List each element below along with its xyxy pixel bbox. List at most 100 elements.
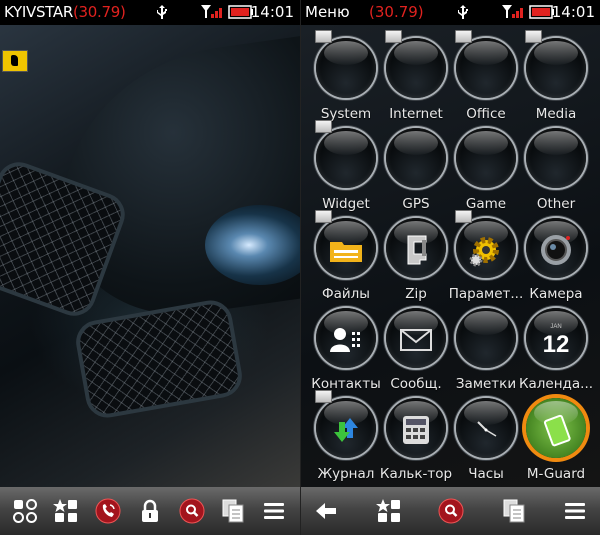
menu-item-label: M-Guard xyxy=(526,466,586,482)
phone-button[interactable] xyxy=(92,495,124,527)
home-toolbar xyxy=(0,487,300,535)
camera-icon xyxy=(541,235,571,265)
ferrari-logo-icon xyxy=(2,50,28,72)
menu-item-contacts[interactable]: Контакты xyxy=(310,300,382,392)
folder-tab xyxy=(455,30,472,43)
back-button[interactable] xyxy=(310,495,342,527)
menu-item-messages[interactable]: Сообщ. xyxy=(380,300,452,392)
messages-orb xyxy=(386,308,446,368)
folder-tab xyxy=(525,30,542,43)
folder-tab xyxy=(315,210,332,223)
notes-icon xyxy=(456,308,516,368)
signal-icon xyxy=(502,5,523,18)
menu-item-gps[interactable]: GPS xyxy=(380,120,452,212)
clock-time: 14:01 xyxy=(250,3,294,21)
messages-icon xyxy=(400,329,432,351)
menu-item-internet[interactable]: Internet xyxy=(380,30,452,122)
menu-item-widget[interactable]: Widget xyxy=(310,120,382,212)
calculator-icon xyxy=(403,416,429,444)
contacts-orb xyxy=(316,308,376,368)
files-icon xyxy=(330,242,362,262)
calendar-orb: JAN 12 xyxy=(526,308,586,368)
menu-button[interactable] xyxy=(258,495,290,527)
copy-button[interactable] xyxy=(217,495,249,527)
favorites-button[interactable] xyxy=(373,495,405,527)
settings-gears-icon xyxy=(469,237,499,267)
folder-tab xyxy=(315,390,332,403)
operator-name: KYIVSTAR xyxy=(4,3,73,21)
folder-icon xyxy=(526,38,586,98)
status-bar: Меню (30.79) 14:01 xyxy=(301,0,600,25)
balance: (30.79) xyxy=(369,3,424,21)
phone-icon xyxy=(95,498,121,524)
folder-tab xyxy=(455,210,472,223)
lock-button[interactable] xyxy=(134,495,166,527)
lock-icon xyxy=(142,499,158,522)
back-arrow-icon xyxy=(316,503,336,519)
menu-toolbar xyxy=(301,487,600,535)
log-orb xyxy=(316,398,376,458)
menu-item-other[interactable]: Other xyxy=(520,120,592,212)
battery-icon xyxy=(543,414,571,447)
search-button[interactable] xyxy=(435,495,467,527)
calendar-month: JAN xyxy=(550,324,561,330)
folder-tab xyxy=(385,30,402,43)
menu-button[interactable] xyxy=(559,495,591,527)
settings-orb xyxy=(456,218,516,278)
menu-item-calendar[interactable]: JAN 12 Календа... xyxy=(519,300,593,392)
copy-button[interactable] xyxy=(498,495,530,527)
menu-item-log[interactable]: Журнал xyxy=(310,390,382,482)
mguard-orb xyxy=(526,398,586,458)
clock-orb xyxy=(456,398,516,458)
signal-icon xyxy=(201,5,222,18)
menu-item-notes[interactable]: Заметки xyxy=(450,300,522,392)
menu-item-game[interactable]: Game xyxy=(450,120,522,212)
menu-item-files[interactable]: Файлы xyxy=(310,210,382,302)
menu-icon xyxy=(565,503,585,519)
menu-item-settings[interactable]: Парамет... xyxy=(449,210,523,302)
car-wallpaper xyxy=(0,25,300,487)
menu-item-clock[interactable]: Часы xyxy=(450,390,522,482)
calculator-orb xyxy=(386,398,446,458)
search-icon xyxy=(438,498,464,524)
folder-tab xyxy=(315,30,332,43)
menu-grid: System Internet Office Media Widget GPS xyxy=(301,30,600,487)
menu-item-mguard[interactable]: M-Guard xyxy=(520,390,592,482)
folder-icon xyxy=(386,38,446,98)
zip-orb xyxy=(386,218,446,278)
favorites-icon xyxy=(376,499,400,522)
files-orb xyxy=(316,218,376,278)
menu-item-camera[interactable]: Камера xyxy=(520,210,592,302)
folder-tab xyxy=(315,120,332,133)
folder-icon xyxy=(526,128,586,188)
camera-orb xyxy=(526,218,586,278)
search-button[interactable] xyxy=(176,495,208,527)
folder-icon xyxy=(316,128,376,188)
status-bar: KYIVSTAR(30.79) 14:01 xyxy=(0,0,300,25)
favorites-icon xyxy=(53,499,77,522)
folder-icon xyxy=(456,38,516,98)
menu-icon xyxy=(264,503,284,519)
menu-item-system[interactable]: System xyxy=(310,30,382,122)
zip-clamp-icon xyxy=(407,235,427,265)
balance: (30.79) xyxy=(72,3,126,21)
copy-icon xyxy=(222,499,244,523)
car-grille-lower xyxy=(72,297,246,421)
clock-icon xyxy=(477,421,497,437)
home-screen: KYIVSTAR(30.79) 14:01 xyxy=(0,0,300,535)
folder-icon xyxy=(456,128,516,188)
favorites-button[interactable] xyxy=(50,495,82,527)
folder-icon xyxy=(316,38,376,98)
menu-item-calculator[interactable]: Кальк-тор xyxy=(380,390,452,482)
apps-grid-button[interactable] xyxy=(9,495,41,527)
contacts-icon xyxy=(330,328,360,352)
menu-item-media[interactable]: Media xyxy=(520,30,592,122)
calendar-icon: JAN 12 xyxy=(543,324,570,358)
menu-item-zip[interactable]: Zip xyxy=(380,210,452,302)
folder-icon xyxy=(386,128,446,188)
menu-screen: Меню (30.79) 14:01 System Internet Offic… xyxy=(300,0,600,535)
apps-grid-icon xyxy=(13,499,37,523)
usb-icon xyxy=(458,5,468,19)
calendar-day: 12 xyxy=(543,331,570,358)
menu-item-office[interactable]: Office xyxy=(450,30,522,122)
